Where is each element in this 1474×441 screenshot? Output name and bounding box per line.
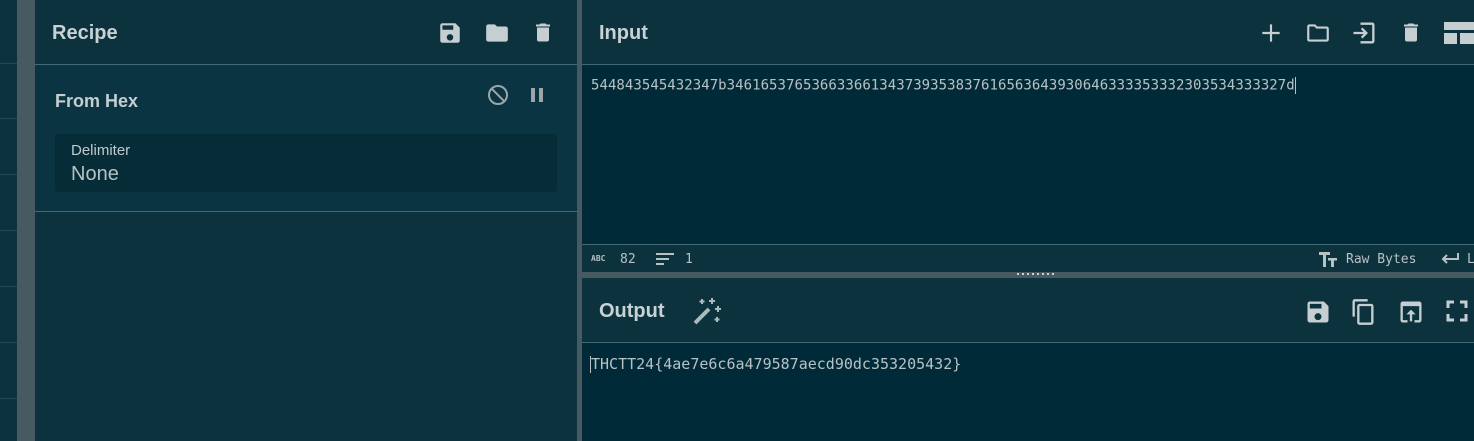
folder-icon[interactable] xyxy=(483,20,511,46)
eol-selector[interactable]: L xyxy=(1467,252,1474,267)
operation-list-divider xyxy=(0,118,17,119)
fullscreen-icon[interactable] xyxy=(1446,300,1468,322)
encoding-selector[interactable]: Raw Bytes xyxy=(1346,252,1416,267)
magic-wand-icon[interactable] xyxy=(692,296,722,326)
recipe-panel: Recipe From Hex Delimiter None xyxy=(35,0,577,441)
return-icon[interactable] xyxy=(1440,252,1460,270)
drag-handle-icon[interactable] xyxy=(1017,273,1057,275)
cyberchef-app: Recipe From Hex Delimiter None Input 544… xyxy=(0,0,1474,441)
input-panel: Input 544843545432347b346165376536633661… xyxy=(582,0,1474,272)
output-value: THCTT24{4ae7e6c6a479587aecd90dc353205432… xyxy=(591,355,962,373)
save-icon[interactable] xyxy=(437,20,463,46)
folder-icon[interactable] xyxy=(1303,20,1333,46)
text-cursor xyxy=(1294,77,1296,94)
delimiter-field[interactable]: Delimiter None xyxy=(55,134,557,192)
operations-resize-gutter[interactable] xyxy=(17,0,35,441)
operation-list-divider xyxy=(0,63,17,64)
input-textarea[interactable]: 544843545432347b346165376536633661343739… xyxy=(591,77,1296,94)
disable-icon[interactable] xyxy=(486,83,510,107)
input-value: 544843545432347b346165376536633661343739… xyxy=(591,77,1295,94)
import-icon[interactable] xyxy=(1348,19,1380,47)
recipe-header: Recipe xyxy=(35,0,577,65)
input-title: Input xyxy=(599,22,648,44)
output-textarea[interactable]: THCTT24{4ae7e6c6a479587aecd90dc353205432… xyxy=(590,355,961,373)
trash-icon[interactable] xyxy=(531,19,555,46)
delimiter-label: Delimiter xyxy=(71,142,131,159)
input-length: 82 xyxy=(620,252,636,267)
operation-list-divider xyxy=(0,398,17,399)
input-status-bar: ABC 82 1 Raw Bytes L xyxy=(582,244,1474,272)
save-icon[interactable] xyxy=(1304,298,1332,326)
operation-title: From Hex xyxy=(55,91,139,111)
trash-icon[interactable] xyxy=(1399,19,1423,46)
pause-icon[interactable] xyxy=(527,85,547,105)
input-header: Input xyxy=(582,0,1474,65)
operation-list-divider xyxy=(0,174,17,175)
output-header: Output xyxy=(582,278,1474,343)
operation-list-divider xyxy=(0,230,17,231)
abc-icon: ABC xyxy=(591,254,606,263)
output-title: Output xyxy=(599,300,665,322)
operations-list-edge xyxy=(0,0,17,441)
operation-list-divider xyxy=(0,286,17,287)
layout-icon[interactable] xyxy=(1444,22,1474,44)
operation-from-hex[interactable]: From Hex Delimiter None xyxy=(35,65,577,212)
output-panel: Output THCTT24{4ae7e6c6a479587aecd90dc35… xyxy=(582,278,1474,441)
delimiter-select[interactable]: None xyxy=(71,163,119,186)
copy-icon[interactable] xyxy=(1349,297,1377,327)
recipe-title: Recipe xyxy=(52,22,118,44)
operation-list-divider xyxy=(0,342,17,343)
plus-icon[interactable] xyxy=(1258,20,1284,46)
replace-input-icon[interactable] xyxy=(1397,298,1425,326)
lines-icon xyxy=(656,253,674,270)
text-format-icon[interactable] xyxy=(1319,252,1337,271)
input-lines: 1 xyxy=(685,252,693,267)
